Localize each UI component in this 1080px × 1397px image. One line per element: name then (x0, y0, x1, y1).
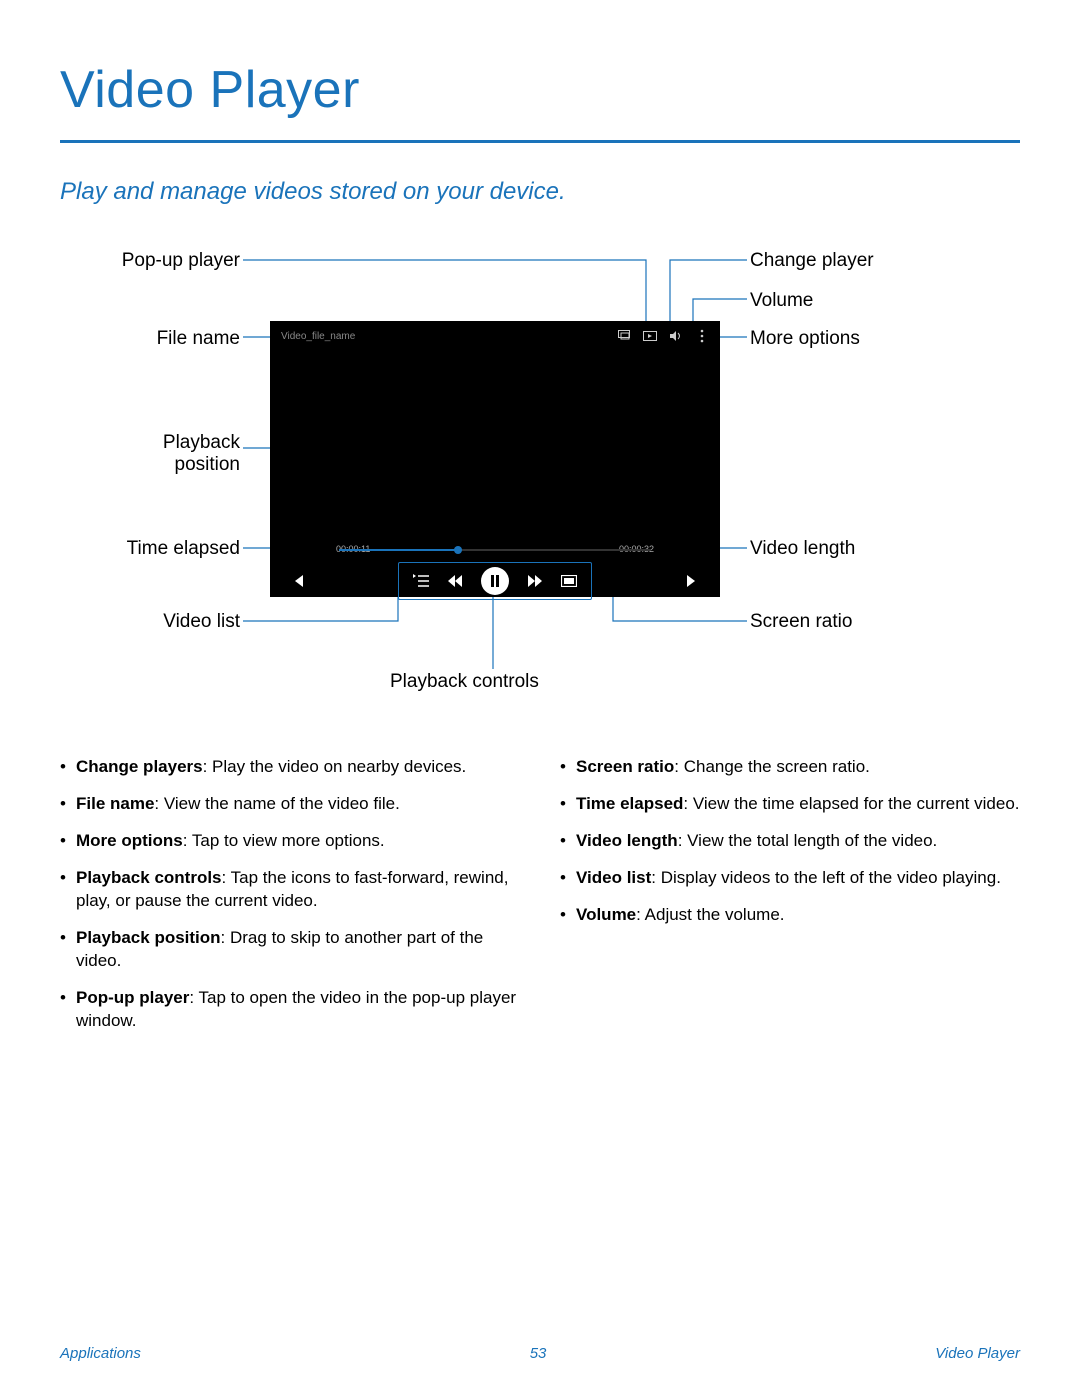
desc-col-left: Change players: Play the video on nearby… (60, 756, 520, 1046)
description-item: Video length: View the total length of t… (576, 830, 1020, 853)
progress-row: 00:00:11 00:00:32 (291, 544, 699, 558)
description-item: Video list: Display videos to the left o… (576, 867, 1020, 890)
callout-screen-ratio: Screen ratio (750, 611, 852, 633)
more-options-icon[interactable] (695, 329, 709, 343)
callout-more-options: More options (750, 328, 860, 350)
video-list-icon[interactable] (413, 573, 429, 589)
callout-time-elapsed: Time elapsed (60, 538, 240, 560)
page-title: Video Player (60, 60, 1020, 120)
callout-playback-position: Playbackposition (60, 432, 240, 476)
description-item: Screen ratio: Change the screen ratio. (576, 756, 1020, 779)
callout-video-length: Video length (750, 538, 855, 560)
diagram-container: Pop-up player File name Playbackposition… (60, 236, 1020, 716)
video-player-mockup: Video_file_name 00:00:11 (270, 321, 720, 597)
description-item: Change players: Play the video on nearby… (76, 756, 520, 779)
controls-row (291, 562, 699, 600)
popup-icon[interactable] (617, 329, 631, 343)
callout-volume: Volume (750, 290, 813, 312)
file-name-label: Video_file_name (281, 331, 355, 342)
footer: Applications 53 Video Player (60, 1345, 1020, 1362)
title-divider (60, 140, 1020, 143)
description-item: Time elapsed: View the time elapsed for … (576, 793, 1020, 816)
callout-video-list: Video list (60, 611, 240, 633)
player-video-area (271, 350, 719, 540)
footer-left: Applications (60, 1345, 141, 1362)
callout-change-player: Change player (750, 250, 874, 272)
player-controls-area: 00:00:11 00:00:32 (271, 540, 719, 608)
description-item: Playback position: Drag to skip to anoth… (76, 927, 520, 973)
description-item: Volume: Adjust the volume. (576, 904, 1020, 927)
prev-arrow-icon[interactable] (291, 573, 307, 589)
rewind-icon[interactable] (447, 573, 463, 589)
forward-icon[interactable] (527, 573, 543, 589)
volume-icon[interactable] (669, 329, 683, 343)
descriptions: Change players: Play the video on nearby… (60, 756, 1020, 1046)
description-item: Pop-up player: Tap to open the video in … (76, 987, 520, 1033)
header-icons (617, 329, 709, 343)
callout-file-name: File name (60, 328, 240, 350)
screen-ratio-icon[interactable] (561, 573, 577, 589)
description-item: Playback controls: Tap the icons to fast… (76, 867, 520, 913)
next-arrow-icon[interactable] (683, 573, 699, 589)
time-total-value: 00:00:32 (619, 544, 654, 558)
page-subtitle: Play and manage videos stored on your de… (60, 178, 1020, 206)
footer-right: Video Player (935, 1345, 1020, 1362)
callout-playback-controls: Playback controls (390, 671, 539, 693)
footer-page-number: 53 (530, 1345, 547, 1362)
pause-button[interactable] (481, 567, 509, 595)
change-player-icon[interactable] (643, 329, 657, 343)
center-controls (398, 562, 592, 600)
player-header: Video_file_name (271, 322, 719, 350)
time-elapsed-value: 00:00:11 (336, 544, 370, 558)
desc-col-right: Screen ratio: Change the screen ratio. Ti… (560, 756, 1020, 1046)
progress-handle[interactable] (454, 546, 462, 554)
progress-fill (339, 549, 458, 551)
progress-bar[interactable] (339, 549, 651, 551)
description-item: File name: View the name of the video fi… (76, 793, 520, 816)
description-item: More options: Tap to view more options. (76, 830, 520, 853)
callout-popup-player: Pop-up player (60, 250, 240, 272)
